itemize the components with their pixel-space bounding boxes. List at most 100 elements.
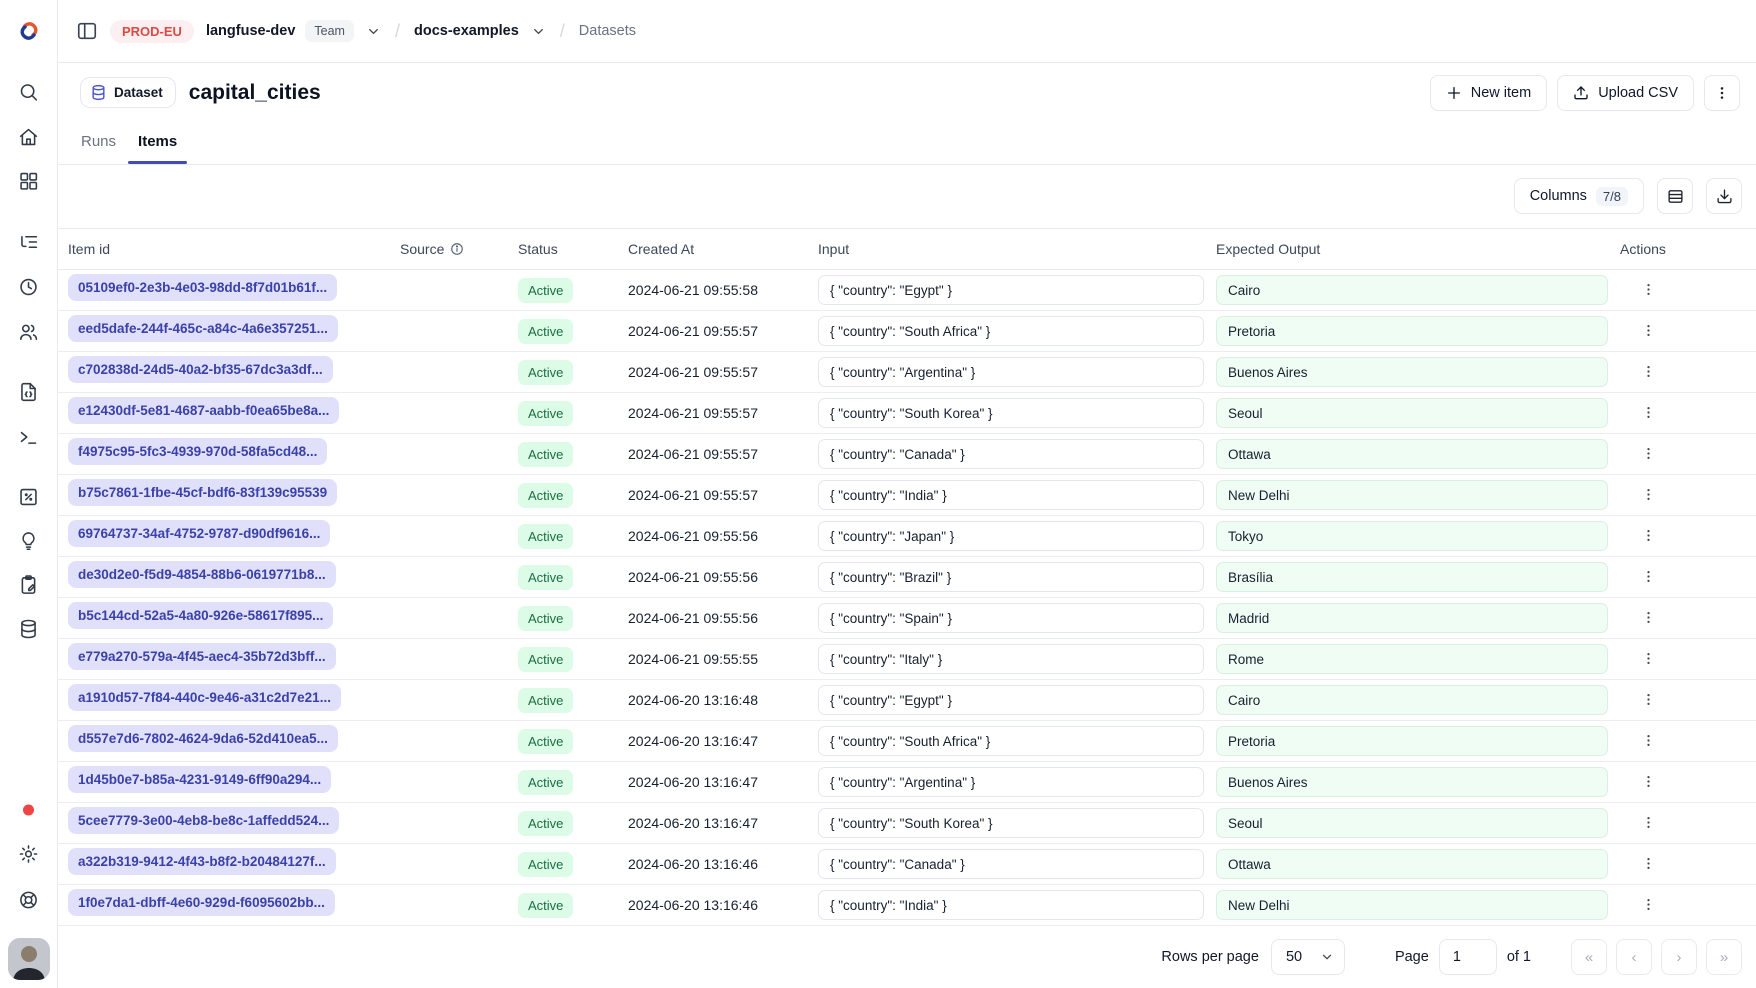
- sidebar-item-annotation-queues[interactable]: [0, 575, 57, 596]
- sidebar-item-scores[interactable]: [0, 487, 57, 508]
- langfuse-logo-icon: [17, 19, 41, 43]
- item-id-badge[interactable]: 5cee7779-3e00-4eb8-be8c-1affedd524...: [68, 807, 339, 834]
- item-id-cell: de30d2e0-f5d9-4854-88b6-0619771b8...: [68, 561, 400, 593]
- last-page-button[interactable]: »: [1706, 939, 1742, 975]
- created-at-cell: 2024-06-21 09:55:56: [628, 569, 818, 585]
- expected-output-cell: Buenos Aires: [1216, 767, 1620, 797]
- sidebar-item-support[interactable]: [0, 890, 57, 911]
- avatar[interactable]: [8, 938, 50, 980]
- row-actions-button[interactable]: [1637, 811, 1660, 834]
- tab-items[interactable]: Items: [128, 133, 187, 164]
- sidebar-item-settings[interactable]: [0, 844, 57, 865]
- item-id-badge[interactable]: de30d2e0-f5d9-4854-88b6-0619771b8...: [68, 561, 336, 588]
- item-id-badge[interactable]: f4975c95-5fc3-4939-970d-58fa5cd48...: [68, 438, 327, 465]
- upload-csv-button[interactable]: Upload CSV: [1557, 75, 1694, 111]
- langfuse-logo[interactable]: [17, 19, 41, 43]
- row-actions-button[interactable]: [1637, 606, 1660, 629]
- item-id-badge[interactable]: d557e7d6-7802-4624-9da6-52d410ea5...: [68, 725, 338, 752]
- project-switcher-button[interactable]: [531, 24, 546, 39]
- actions-cell: [1620, 647, 1756, 671]
- sidebar-item-datasets[interactable]: [0, 619, 57, 640]
- row-height-button[interactable]: [1657, 178, 1693, 214]
- item-id-cell: c702838d-24d5-40a2-bf35-67dc3a3df...: [68, 356, 400, 388]
- row-actions-button[interactable]: [1637, 360, 1660, 383]
- row-actions-button[interactable]: [1637, 688, 1660, 711]
- item-id-badge[interactable]: 69764737-34af-4752-9787-d90df9616...: [68, 520, 330, 547]
- clock-icon: [18, 277, 39, 298]
- row-actions-button[interactable]: [1637, 729, 1660, 752]
- row-actions-button[interactable]: [1637, 565, 1660, 588]
- item-id-badge[interactable]: c702838d-24d5-40a2-bf35-67dc3a3df...: [68, 356, 333, 383]
- project-name[interactable]: docs-examples: [414, 23, 519, 39]
- item-id-badge[interactable]: eed5dafe-244f-465c-a84c-4a6e357251...: [68, 315, 338, 342]
- columns-button[interactable]: Columns 7/8: [1514, 178, 1644, 214]
- expected-output-cell: Cairo: [1216, 685, 1620, 715]
- input-cell: { "country": "Argentina" }: [818, 767, 1216, 797]
- status-cell: Active: [518, 729, 628, 754]
- row-actions-button[interactable]: [1637, 893, 1660, 916]
- sidebar-item-users[interactable]: [0, 322, 57, 343]
- row-actions-button[interactable]: [1637, 852, 1660, 875]
- expected-output-value: Tokyo: [1216, 521, 1608, 551]
- first-page-button[interactable]: «: [1571, 939, 1607, 975]
- dashboard-icon: [18, 171, 39, 192]
- column-header-created-at: Created At: [628, 241, 818, 257]
- item-id-badge[interactable]: b75c7861-1fbe-45cf-bdf6-83f139c95539: [68, 479, 337, 506]
- avatar-photo: [8, 938, 50, 980]
- new-item-button[interactable]: New item: [1430, 75, 1547, 111]
- row-actions-button[interactable]: [1637, 278, 1660, 301]
- row-actions-button[interactable]: [1637, 524, 1660, 547]
- row-actions-button[interactable]: [1637, 483, 1660, 506]
- row-actions-button[interactable]: [1637, 401, 1660, 424]
- table-row: e12430df-5e81-4687-aabb-f0ea65be8a... Ac…: [58, 393, 1756, 434]
- sidebar-item-sessions[interactable]: [0, 277, 57, 298]
- org-name[interactable]: langfuse-dev: [206, 23, 295, 39]
- item-id-badge[interactable]: b5c144cd-52a5-4a80-926e-58617f895...: [68, 602, 333, 629]
- sidebar-item-search[interactable]: [0, 82, 57, 103]
- expected-output-cell: Seoul: [1216, 398, 1620, 428]
- sidebar-toggle-button[interactable]: [76, 20, 98, 42]
- item-id-badge[interactable]: e779a270-579a-4f45-aec4-35b72d3bff...: [68, 643, 336, 670]
- info-icon[interactable]: [450, 242, 464, 256]
- item-id-badge[interactable]: 05109ef0-2e3b-4e03-98dd-8f7d01b61f...: [68, 274, 337, 301]
- item-id-badge[interactable]: 1d45b0e7-b85a-4231-9149-6ff90a294...: [68, 766, 331, 793]
- created-at-cell: 2024-06-21 09:55:56: [628, 528, 818, 544]
- row-actions-button[interactable]: [1637, 442, 1660, 465]
- breadcrumb-section[interactable]: Datasets: [579, 23, 636, 39]
- item-id-badge[interactable]: a1910d57-7f84-440c-9e46-a31c2d7e21...: [68, 684, 341, 711]
- row-actions-button[interactable]: [1637, 319, 1660, 342]
- chevron-down-icon: [531, 24, 546, 39]
- dataset-items-table: Item id Source Status Created At Input E…: [58, 228, 1756, 926]
- actions-cell: [1620, 524, 1756, 548]
- sidebar-item-tracing[interactable]: [0, 232, 57, 253]
- tab-runs[interactable]: Runs: [71, 133, 126, 164]
- row-actions-button[interactable]: [1637, 647, 1660, 670]
- row-actions-button[interactable]: [1637, 770, 1660, 793]
- org-switcher-button[interactable]: [366, 24, 381, 39]
- input-cell: { "country": "Egypt" }: [818, 275, 1216, 305]
- main-content: Dataset capital_cities New item Upload C…: [58, 63, 1756, 988]
- prev-page-button[interactable]: ‹: [1616, 939, 1652, 975]
- created-at-cell: 2024-06-21 09:55:57: [628, 487, 818, 503]
- record-dot-icon: [23, 805, 34, 816]
- created-at-cell: 2024-06-21 09:55:58: [628, 282, 818, 298]
- sidebar-item-playground[interactable]: [0, 427, 57, 448]
- dataset-entity-badge: Dataset: [80, 77, 176, 108]
- item-id-badge[interactable]: e12430df-5e81-4687-aabb-f0ea65be8a...: [68, 397, 339, 424]
- item-id-badge[interactable]: 1f0e7da1-dbff-4e60-929d-f6095602bb...: [68, 889, 335, 916]
- rows-per-page-select[interactable]: 50: [1271, 939, 1345, 975]
- square-percent-icon: [18, 487, 39, 508]
- next-page-button[interactable]: ›: [1661, 939, 1697, 975]
- expected-output-value: Madrid: [1216, 603, 1608, 633]
- status-badge: Active: [518, 770, 573, 795]
- export-button[interactable]: [1706, 178, 1742, 214]
- sidebar-item-home[interactable]: [0, 127, 57, 148]
- item-id-badge[interactable]: a322b319-9412-4f43-b8f2-b20484127f...: [68, 848, 336, 875]
- sidebar-item-dashboards[interactable]: [0, 171, 57, 192]
- sidebar-item-prompts[interactable]: [0, 382, 57, 403]
- sidebar-item-evaluation[interactable]: [0, 531, 57, 552]
- dataset-actions-button[interactable]: [1704, 75, 1740, 111]
- input-cell: { "country": "Egypt" }: [818, 685, 1216, 715]
- table-row: eed5dafe-244f-465c-a84c-4a6e357251... Ac…: [58, 311, 1756, 352]
- page-number-input[interactable]: 1: [1439, 939, 1497, 975]
